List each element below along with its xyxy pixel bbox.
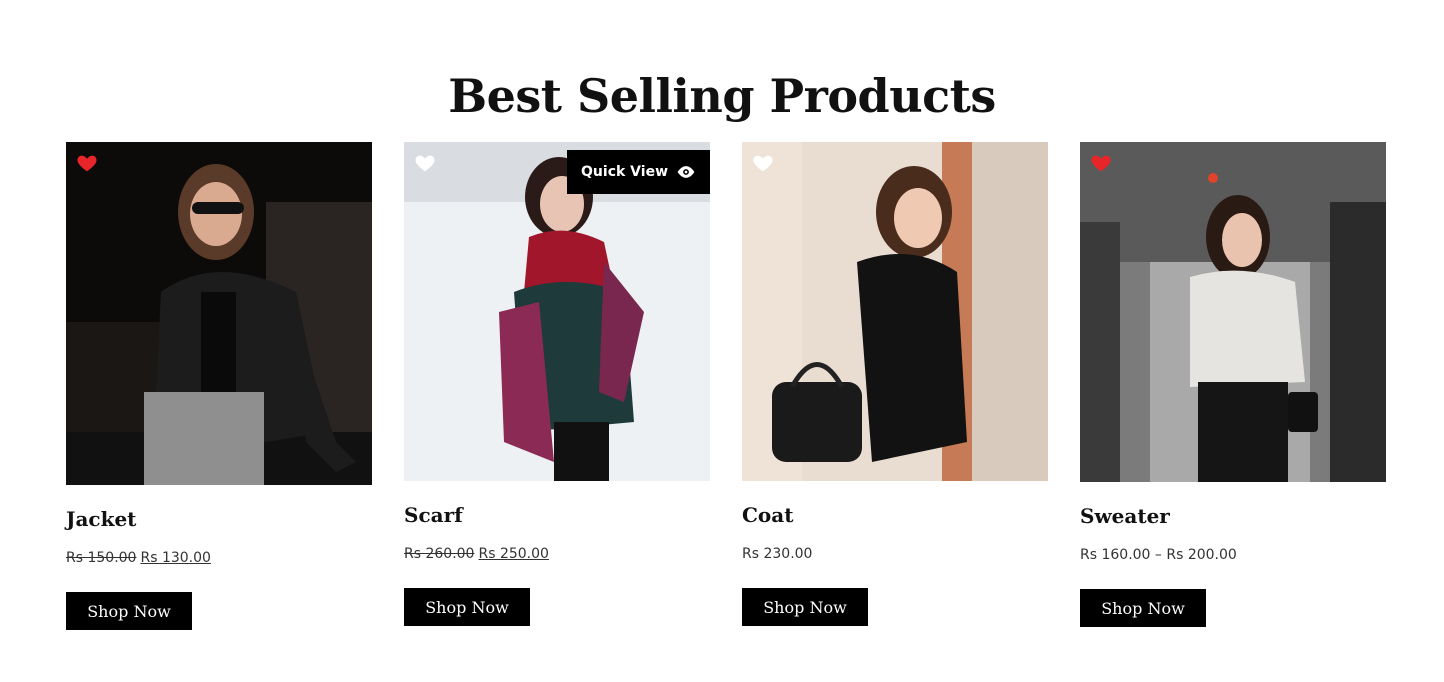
eye-icon	[677, 166, 695, 178]
product-image-jacket[interactable]	[66, 142, 372, 485]
product-image-sweater[interactable]	[1080, 142, 1386, 482]
shop-now-button[interactable]: Shop Now	[66, 592, 192, 630]
product-image-coat[interactable]	[742, 142, 1048, 481]
product-price: Rs 260.00 Rs 250.00	[404, 546, 549, 562]
product-price: Rs 160.00 – Rs 200.00	[1080, 547, 1237, 563]
shop-now-button[interactable]: Shop Now	[1080, 589, 1206, 627]
shop-now-button[interactable]: Shop Now	[742, 588, 868, 626]
product-name[interactable]: Sweater	[1080, 504, 1170, 528]
quick-view-label: Quick View	[581, 164, 668, 180]
old-price: Rs 260.00	[404, 546, 475, 562]
product-card-jacket: Jacket Rs 150.00 Rs 130.00 Shop Now	[66, 142, 372, 630]
wishlist-heart-icon[interactable]	[752, 152, 774, 174]
product-card-sweater: Sweater Rs 160.00 – Rs 200.00 Shop Now	[1080, 142, 1386, 627]
sale-price: Rs 250.00	[478, 546, 549, 562]
old-price: Rs 150.00	[66, 550, 137, 566]
wishlist-heart-icon[interactable]	[414, 152, 436, 174]
quick-view-button[interactable]: Quick View	[567, 150, 710, 194]
product-name[interactable]: Jacket	[66, 507, 136, 531]
sale-price: Rs 130.00	[140, 550, 211, 566]
product-card-scarf: Quick View Scarf Rs 260.00 Rs 250.00 Shop…	[404, 142, 710, 626]
wishlist-heart-icon[interactable]	[76, 152, 98, 174]
coat-photo	[742, 142, 1048, 481]
product-name[interactable]: Coat	[742, 503, 793, 527]
sweater-photo	[1080, 142, 1386, 482]
section-title: Best Selling Products	[448, 68, 996, 123]
product-price: Rs 150.00 Rs 130.00	[66, 550, 211, 566]
product-image-scarf[interactable]: Quick View	[404, 142, 710, 481]
wishlist-heart-icon[interactable]	[1090, 152, 1112, 174]
product-name[interactable]: Scarf	[404, 503, 463, 527]
product-price: Rs 230.00	[742, 546, 813, 562]
product-card-coat: Coat Rs 230.00 Shop Now	[742, 142, 1048, 626]
shop-now-button[interactable]: Shop Now	[404, 588, 530, 626]
jacket-photo	[66, 142, 372, 485]
